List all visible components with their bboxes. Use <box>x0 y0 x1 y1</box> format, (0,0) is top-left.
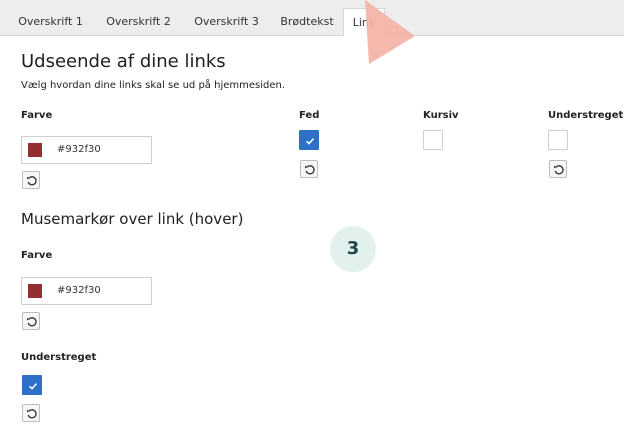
hover-color-swatch[interactable] <box>28 284 42 298</box>
check-icon <box>305 138 315 145</box>
color-field[interactable]: #932f30 <box>21 136 152 164</box>
step-badge: 3 <box>330 226 376 272</box>
color-value: #932f30 <box>57 144 101 155</box>
tab-content: Udseende af dine links Vælg hvordan dine… <box>0 37 624 426</box>
reset-icon <box>26 317 37 327</box>
hover-section-title: Musemarkør over link (hover) <box>21 210 244 228</box>
tab-brodtekst[interactable]: Brødtekst <box>272 8 342 36</box>
italic-label: Kursiv <box>423 110 459 121</box>
section-description: Vælg hvordan dine links skal se ud på hj… <box>21 80 286 91</box>
hover-underline-checkbox[interactable] <box>22 375 42 395</box>
hover-underline-label: Understreget <box>21 352 97 363</box>
hover-underline-reset-button[interactable] <box>22 404 40 422</box>
tab-overskrift-3[interactable]: Overskrift 3 <box>185 8 268 36</box>
tab-overskrift-2[interactable]: Overskrift 2 <box>97 8 180 36</box>
check-icon <box>28 383 38 390</box>
tab-bar: Overskrift 1 Overskrift 2 Overskrift 3 B… <box>0 0 624 37</box>
italic-checkbox[interactable] <box>423 130 443 150</box>
hover-color-label: Farve <box>21 250 53 261</box>
color-swatch[interactable] <box>28 143 42 157</box>
hover-color-field[interactable]: #932f30 <box>21 277 152 305</box>
underline-checkbox[interactable] <box>548 130 568 150</box>
link-style-settings: Overskrift 1 Overskrift 2 Overskrift 3 B… <box>0 0 624 426</box>
tab-overskrift-1[interactable]: Overskrift 1 <box>9 8 92 36</box>
bold-label: Fed <box>299 110 320 121</box>
bold-reset-button[interactable] <box>300 160 318 178</box>
pointer-arrow-icon <box>365 0 415 64</box>
underline-label: Understreget <box>548 110 624 121</box>
color-label: Farve <box>21 110 53 121</box>
reset-icon <box>26 176 37 186</box>
hover-color-value: #932f30 <box>57 285 101 296</box>
bold-checkbox[interactable] <box>299 130 319 150</box>
underline-reset-button[interactable] <box>549 160 567 178</box>
color-reset-button[interactable] <box>22 171 40 189</box>
reset-icon <box>304 165 315 175</box>
reset-icon <box>26 409 37 419</box>
hover-color-reset-button[interactable] <box>22 312 40 330</box>
section-title: Udseende af dine links <box>21 51 226 72</box>
reset-icon <box>553 165 564 175</box>
